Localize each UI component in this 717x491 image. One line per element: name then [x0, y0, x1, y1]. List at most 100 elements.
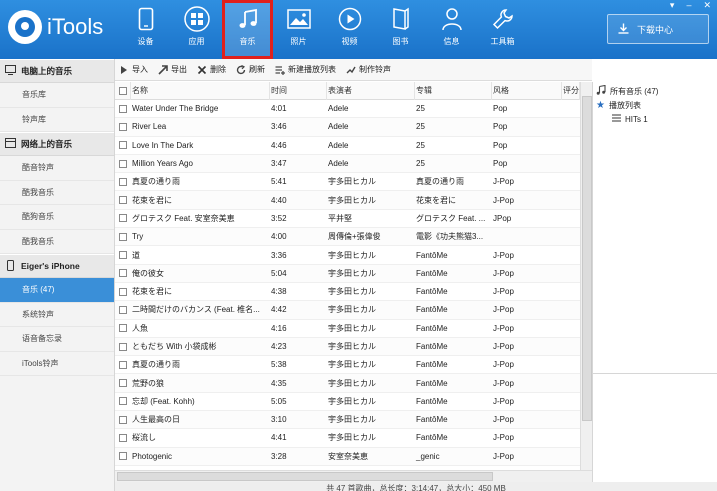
all-music-label: 所有音乐 (47)	[610, 86, 659, 96]
playlist-hits-1[interactable]: HITs 1	[596, 112, 717, 126]
import-button[interactable]: 导入	[119, 64, 148, 75]
nav-photos[interactable]: 照片	[273, 0, 324, 59]
all-music-item[interactable]: 所有音乐 (47)	[596, 84, 717, 98]
row-checkbox[interactable]	[115, 141, 131, 150]
table-row[interactable]: 二時間だけのバカンス (Feat. 椎名... 4:42 宇多田ヒカル FantôMe…	[115, 301, 580, 320]
column-header-album[interactable]: 专辑	[415, 82, 492, 100]
table-body: Water Under The Bridge 4:01 Adele 25 Pop Rive…	[115, 100, 580, 466]
nav-video-label: 视频	[341, 37, 358, 46]
nav-video[interactable]: 视频	[324, 0, 375, 59]
table-row[interactable]: 真夏の通り雨 5:41 宇多田ヒカル 真夏の通り雨 J-Pop	[115, 173, 580, 192]
scroll-thumb[interactable]	[582, 96, 592, 421]
sidebar-item-online-2[interactable]: 酷我音乐	[0, 181, 114, 205]
row-checkbox[interactable]	[115, 251, 131, 260]
song-name: 荒野の狼	[132, 378, 164, 388]
table-row[interactable]: Try 4:00 周傳倫+張偉俊 電影《功夫熊猫3...	[115, 228, 580, 247]
row-checkbox[interactable]	[115, 342, 131, 351]
table-row[interactable]: Water Under The Bridge 4:01 Adele 25 Pop	[115, 100, 580, 119]
nav-toolbox[interactable]: 工具箱	[477, 0, 528, 59]
column-header-name[interactable]: 名称	[131, 82, 270, 100]
sidebar-item-itools-ringtones[interactable]: iTools铃声	[0, 352, 114, 376]
column-header-time[interactable]: 时间	[270, 82, 327, 100]
download-center-label: 下载中心	[637, 24, 674, 35]
menu-icon[interactable]: ▾	[670, 0, 675, 11]
table-row[interactable]: 俺の彼女 5:04 宇多田ヒカル FantôMe J-Pop	[115, 264, 580, 283]
vertical-scrollbar[interactable]	[580, 82, 592, 470]
download-center-button[interactable]: 下载中心	[607, 14, 709, 44]
close-icon[interactable]: ✕	[703, 0, 711, 11]
sidebar-header-online-music[interactable]: 网络上的音乐	[0, 132, 114, 156]
select-all-checkbox[interactable]	[115, 82, 131, 100]
table-row[interactable]: 真夏の通り雨 5:38 宇多田ヒカル FantôMe J-Pop	[115, 356, 580, 375]
song-name: グロテスク Feat. 安室奈美恵	[132, 213, 235, 223]
song-genre: J-Pop	[493, 433, 514, 443]
row-checkbox[interactable]	[115, 379, 131, 388]
table-row[interactable]: Photogenic 3:28 安室奈美恵 _genic J-Pop	[115, 447, 580, 466]
row-checkbox[interactable]	[115, 324, 131, 333]
song-album: FantôMe	[416, 287, 448, 297]
make-ringtone-button[interactable]: 制作铃声	[346, 64, 391, 75]
sidebar-item-music-library[interactable]: 音乐库	[0, 83, 114, 108]
row-checkbox[interactable]	[115, 214, 131, 223]
sidebar-item-online-4[interactable]: 酷我音乐	[0, 230, 114, 254]
table-row[interactable]: River Lea 3:46 Adele 25 Pop	[115, 118, 580, 137]
table-row[interactable]: グロテスク Feat. 安室奈美恵 3:52 平井堅 グロテスク Feat. ... J…	[115, 210, 580, 229]
sidebar-item-online-3[interactable]: 酷狗音乐	[0, 205, 114, 230]
row-checkbox[interactable]	[115, 433, 131, 442]
nav-apps[interactable]: 应用	[171, 0, 222, 59]
table-row[interactable]: 花束を君に 4:38 宇多田ヒカル FantôMe J-Pop	[115, 283, 580, 302]
nav-books[interactable]: 图书	[375, 0, 426, 59]
sidebar-item-voice-memos[interactable]: 语音备忘录	[0, 327, 114, 352]
nav-device[interactable]: 设备	[120, 0, 171, 59]
row-checkbox[interactable]	[115, 452, 131, 461]
column-header-artist[interactable]: 表演者	[327, 82, 415, 100]
row-checkbox[interactable]	[115, 232, 131, 241]
refresh-label: 刷新	[249, 65, 265, 74]
export-label: 导出	[171, 65, 187, 74]
column-header-genre[interactable]: 风格	[492, 82, 562, 100]
table-row[interactable]: Million Years Ago 3:47 Adele 25 Pop	[115, 154, 580, 174]
sidebar-item-device-music[interactable]: 音乐 (47)	[0, 278, 114, 303]
row-checkbox[interactable]	[115, 415, 131, 424]
new-playlist-button[interactable]: 新建播放列表	[275, 64, 336, 75]
sidebar-item-system-ringtones[interactable]: 系统铃声	[0, 303, 114, 327]
row-checkbox[interactable]	[115, 305, 131, 314]
table-row[interactable]: 忘却 (Feat. Kohh) 5:05 宇多田ヒカル FantôMe J-Pop	[115, 393, 580, 412]
main-nav: 设备 应用 音乐 照片 视频 图书 信息 工具箱	[120, 0, 528, 59]
sidebar-header-pc-music[interactable]: 电脑上的音乐	[0, 59, 114, 83]
nav-music[interactable]: 音乐	[222, 0, 273, 59]
table-row[interactable]: ともだち With 小袋成彬 4:23 宇多田ヒカル FantôMe J-Pop	[115, 337, 580, 357]
row-checkbox[interactable]	[115, 104, 131, 113]
table-row[interactable]: 道 3:36 宇多田ヒカル FantôMe J-Pop	[115, 246, 580, 265]
sidebar-item-online-1[interactable]: 酷音铃声	[0, 156, 114, 181]
table-row[interactable]: 桜流し 4:41 宇多田ヒカル FantôMe J-Pop	[115, 429, 580, 448]
refresh-button[interactable]: 刷新	[236, 64, 265, 75]
nav-info[interactable]: 信息	[426, 0, 477, 59]
column-header-rating[interactable]: 评分	[562, 82, 580, 100]
row-checkbox[interactable]	[115, 269, 131, 278]
song-genre: J-Pop	[493, 268, 514, 278]
minimize-icon[interactable]: –	[686, 0, 691, 11]
song-album: FantôMe	[416, 378, 448, 388]
sidebar-item-ringtone-library[interactable]: 铃声库	[0, 108, 114, 132]
row-checkbox[interactable]	[115, 159, 131, 168]
sidebar-header-device[interactable]: Eiger's iPhone	[0, 254, 114, 278]
delete-button[interactable]: 删除	[197, 64, 226, 75]
playlists-item[interactable]: ★ 播放列表	[596, 98, 717, 112]
export-button[interactable]: 导出	[158, 64, 187, 75]
table-row[interactable]: 荒野の狼 4:35 宇多田ヒカル FantôMe J-Pop	[115, 374, 580, 393]
scroll-thumb[interactable]	[117, 472, 493, 481]
table-row[interactable]: 人生最高の日 3:10 宇多田ヒカル FantôMe J-Pop	[115, 411, 580, 430]
row-checkbox[interactable]	[115, 122, 131, 131]
row-checkbox[interactable]	[115, 196, 131, 205]
song-artist: 宇多田ヒカル	[328, 415, 376, 425]
row-checkbox[interactable]	[115, 287, 131, 296]
row-checkbox[interactable]	[115, 360, 131, 369]
row-checkbox[interactable]	[115, 177, 131, 186]
horizontal-scrollbar[interactable]	[115, 470, 592, 482]
table-row[interactable]: Love In The Dark 4:46 Adele 25 Pop	[115, 137, 580, 155]
table-row[interactable]: 花束を君に 4:40 宇多田ヒカル 花束を君に J-Pop	[115, 191, 580, 210]
table-row[interactable]: 人魚 4:16 宇多田ヒカル FantôMe J-Pop	[115, 320, 580, 338]
song-time: 4:23	[271, 342, 287, 351]
row-checkbox[interactable]	[115, 397, 131, 406]
